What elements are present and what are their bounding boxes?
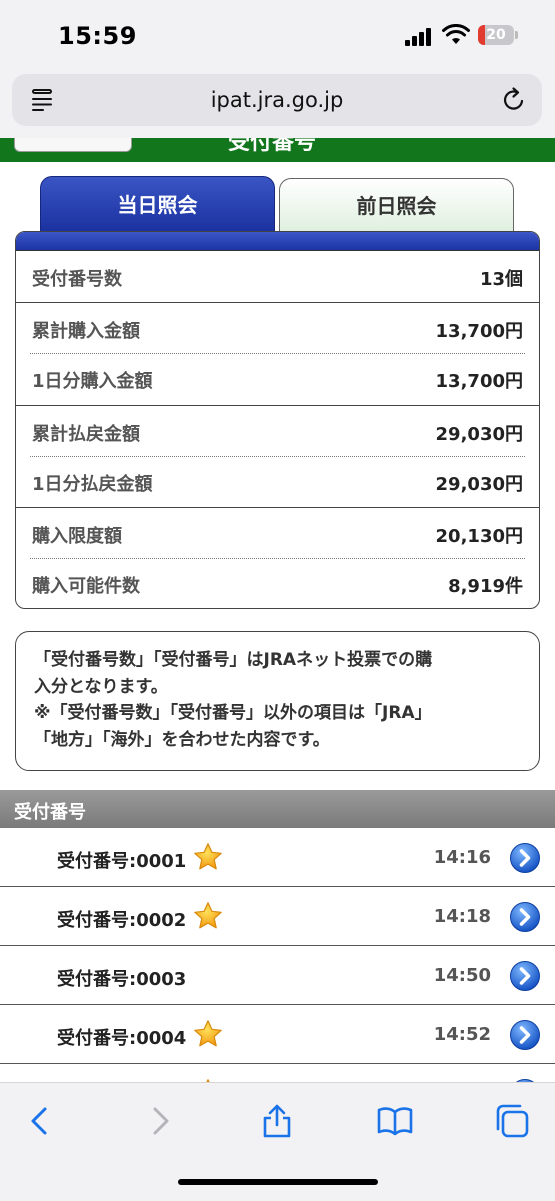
summary-card: 受付番号数 13個 累計購入金額 13,700円 1日分購入金額 13,700円… <box>15 231 540 609</box>
receipt-row[interactable]: 受付番号:0003 14:50 <box>0 946 555 1005</box>
chevron-right-icon[interactable] <box>142 1103 178 1139</box>
back-button[interactable] <box>14 138 132 152</box>
chevron-right-circle-icon[interactable] <box>509 842 541 874</box>
info-note: 「受付番号数」「受付番号」はJRAネット投票での購 入分となります。 ※「受付番… <box>15 631 540 771</box>
chevron-right-circle-icon[interactable] <box>509 1019 541 1051</box>
summary-row-total-payout: 累計払戻金額 29,030円 <box>16 404 539 456</box>
receipt-row[interactable]: 受付番号:0002 14:18 <box>0 887 555 946</box>
receipt-list-header: 受付番号 <box>0 790 555 828</box>
receipt-row[interactable] <box>0 1064 555 1084</box>
page-title: 受付番号 <box>228 138 317 155</box>
book-icon[interactable] <box>377 1103 413 1139</box>
tabs-icon[interactable] <box>494 1103 530 1139</box>
reload-icon[interactable] <box>500 86 528 114</box>
note-line: 「地方」「海外」を合わせた内容です。 <box>34 729 330 750</box>
url-text[interactable]: ipat.jra.go.jp <box>12 88 542 112</box>
address-bar[interactable]: ipat.jra.go.jp <box>12 74 542 126</box>
wifi-icon <box>442 24 470 44</box>
star-icon <box>194 843 222 870</box>
tab-previous-day[interactable]: 前日照会 <box>279 178 514 232</box>
summary-row-total-purchase: 累計購入金額 13,700円 <box>16 302 539 353</box>
summary-row-purchase-limit: 購入限度額 20,130円 <box>16 506 539 558</box>
page-header: 受付番号 <box>0 138 555 162</box>
summary-row-daily-payout: 1日分払戻金額 29,030円 <box>16 455 539 507</box>
summary-row-daily-purchase: 1日分購入金額 13,700円 <box>16 353 539 404</box>
status-time: 15:59 <box>58 22 137 50</box>
star-icon <box>194 1020 222 1047</box>
summary-row-receipt-count: 受付番号数 13個 <box>32 269 523 290</box>
battery-level: 20 <box>486 27 506 43</box>
home-indicator <box>178 1179 378 1185</box>
browser-address-area: ipat.jra.go.jp <box>0 72 555 138</box>
note-line: 入分となります。 <box>34 676 168 697</box>
receipt-row[interactable]: 受付番号:0001 14:16 <box>0 828 555 887</box>
share-icon[interactable] <box>259 1103 295 1139</box>
chevron-right-circle-icon[interactable] <box>509 901 541 933</box>
note-line: 「受付番号数」「受付番号」はJRAネット投票での購 <box>34 650 433 670</box>
tab-today[interactable]: 当日照会 <box>40 176 275 232</box>
chevron-left-icon[interactable] <box>22 1103 58 1139</box>
battery-icon: 20 <box>478 25 514 45</box>
note-line: ※「受付番号数」「受付番号」以外の項目は「JRA」 <box>34 703 432 723</box>
receipt-list-title: 受付番号 <box>14 802 86 823</box>
star-icon <box>194 902 222 929</box>
summary-row-available-count: 購入可能件数 8,919件 <box>16 558 539 608</box>
status-bar: 15:59 20 <box>0 0 555 72</box>
receipt-row[interactable]: 受付番号:0004 14:52 <box>0 1005 555 1064</box>
cellular-signal-icon <box>405 28 435 46</box>
receipt-list: 受付番号:0001 14:16 受付番号:0002 14:18 受付番号:000… <box>0 828 555 1084</box>
chevron-right-circle-icon[interactable] <box>509 960 541 992</box>
